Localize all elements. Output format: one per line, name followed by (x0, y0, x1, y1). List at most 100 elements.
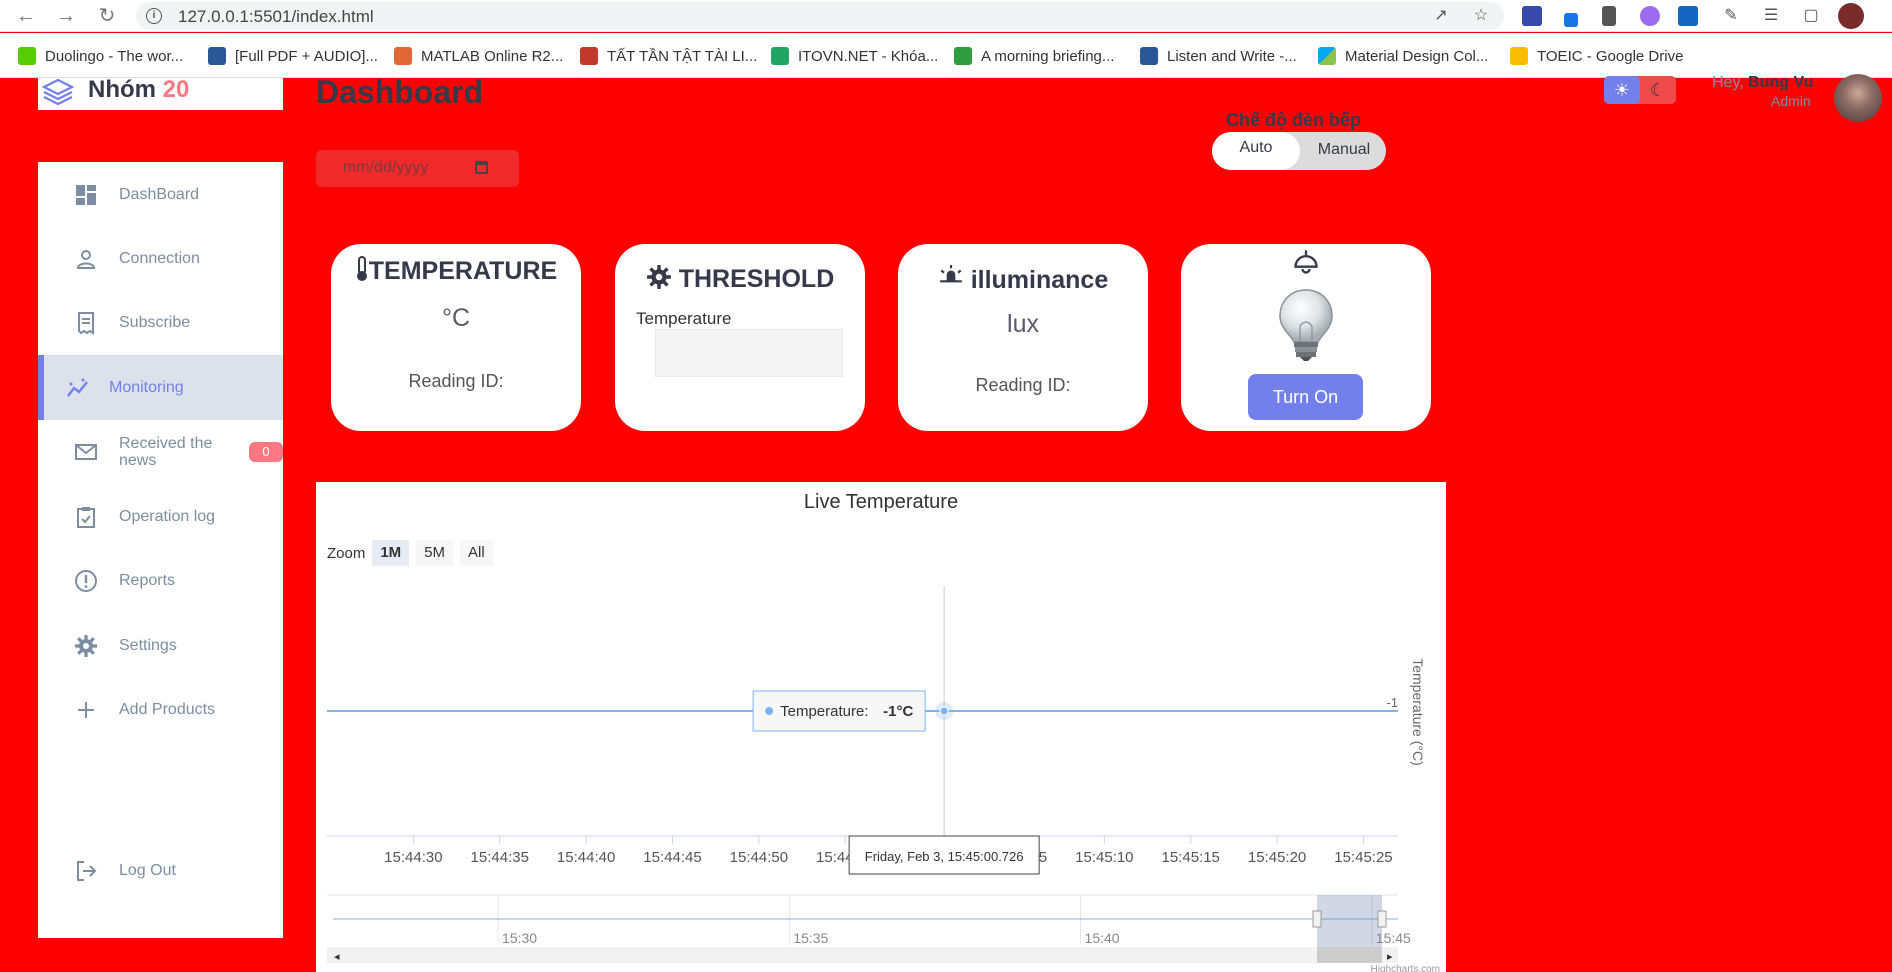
light-mode-label: Chế độ đèn bếp (1226, 110, 1361, 130)
turn-on-button[interactable]: Turn On (1248, 374, 1363, 420)
calendar-icon[interactable] (475, 161, 488, 174)
theme-toggle[interactable]: ☀ ☾ (1604, 76, 1676, 104)
profile-avatar-icon[interactable] (1838, 3, 1864, 29)
bookmark-matlab[interactable]: MATLAB Online R2... (394, 45, 563, 67)
sun-icon[interactable]: ☀ (1604, 76, 1640, 104)
sidebar-item-connection[interactable]: Connection (38, 227, 283, 291)
sidebar-item-add-products[interactable]: Add Products (38, 678, 283, 742)
forward-icon[interactable]: → (54, 4, 78, 28)
bookmark-toeic[interactable]: TOEIC - Google Drive (1510, 45, 1683, 67)
temperature-unit: °C (441, 304, 471, 332)
threshold-card: THRESHOLD Temperature (615, 244, 865, 431)
receipt-icon (78, 312, 94, 335)
moon-icon[interactable]: ☾ (1640, 76, 1676, 104)
bookmark-label: [Full PDF + AUDIO]... (235, 47, 378, 65)
navigator-left-handle (1312, 910, 1322, 928)
mode-manual-button[interactable]: Manual (1302, 132, 1386, 170)
x-tick-label: 15:45:20 (1248, 849, 1306, 866)
extensions-puzzle-icon[interactable]: ✎ (1720, 5, 1742, 27)
sidebar-item-received-news[interactable]: Received the news 0 (38, 420, 283, 484)
navigator-right-handle (1377, 910, 1387, 928)
extension-eyedropper-icon[interactable] (1564, 13, 1578, 27)
site-info-icon[interactable]: i (146, 8, 162, 24)
temperature-card-title: TEMPERATURE (331, 256, 581, 286)
gear-icon (646, 265, 671, 289)
bookmark-listen-write[interactable]: Listen and Write -... (1140, 45, 1297, 67)
logo[interactable]: Nhóm 20 (38, 76, 283, 110)
bookmark-label: ITOVN.NET - Khóa... (798, 47, 939, 65)
light-mode-toggle[interactable]: Auto Manual (1212, 132, 1386, 170)
lightbulb-icon (1279, 289, 1333, 361)
threshold-temperature-input[interactable] (655, 329, 843, 377)
extension-copilot-icon[interactable] (1640, 6, 1660, 26)
sidebar-item-label: Add Products (119, 701, 216, 718)
extension-j-icon[interactable] (1678, 6, 1698, 26)
chart-canvas[interactable]: Live Temperature Temperature (°C) 15:44:30… (316, 482, 1446, 972)
date-input[interactable]: mm/dd/yyyy (316, 150, 519, 187)
bookmark-star-icon[interactable]: ☆ (1470, 5, 1492, 27)
unread-count-badge: 0 (249, 442, 283, 462)
y-tick-label: -1 (1386, 695, 1398, 710)
sidebar-item-operation-log[interactable]: Operation log (38, 485, 283, 549)
illuminance-title-text: illuminance (970, 266, 1109, 294)
scrollbar-track (327, 947, 1398, 963)
scrollbar-thumb (1317, 947, 1382, 963)
page-title: Dashboard (316, 74, 484, 110)
reading-list-icon[interactable]: ☰ (1760, 5, 1782, 27)
bookmark-tat-tan-tat[interactable]: TẤT TẦN TẬT TÀI LI... (580, 45, 757, 67)
sidebar-item-monitoring[interactable]: Monitoring (38, 355, 283, 420)
sidebar-item-label: Operation log (119, 508, 216, 525)
browser-toolbar: ← → ↻ i 127.0.0.1:5501/index.html ↗ ☆ ✎ … (0, 0, 1892, 32)
mode-auto-button[interactable]: Auto (1212, 132, 1300, 170)
profile-greeting: Hey, Bung Vu (1712, 74, 1813, 92)
share-icon[interactable]: ↗ (1430, 5, 1452, 27)
bookmark-duolingo[interactable]: Duolingo - The wor... (18, 45, 183, 67)
bookmark-label: MATLAB Online R2... (421, 47, 564, 65)
sidebar-item-reports[interactable]: Reports (38, 549, 283, 613)
duolingo-icon (18, 47, 36, 65)
sidebar-item-label: DashBoard (119, 186, 200, 203)
google-drive-icon (771, 47, 789, 65)
data-point-temperature (939, 706, 949, 716)
avatar[interactable] (1834, 74, 1882, 122)
google-drive-icon (1510, 47, 1528, 65)
logo-text: Nhóm 20 (88, 76, 189, 104)
logo-name: Nhóm (88, 76, 156, 103)
sidebar: DashBoard Connection Subscribe Monitorin… (38, 162, 283, 938)
x-tick-label: 15:45:15 (1162, 849, 1220, 866)
temperature-card: TEMPERATURE °C Reading ID: (331, 244, 581, 431)
threshold-field-label: Temperature (636, 309, 732, 328)
tooltip-series-marker (765, 707, 774, 715)
logout-icon (77, 861, 97, 881)
threshold-card-title: THRESHOLD (615, 264, 865, 294)
bookmark-pdf-audio[interactable]: [Full PDF + AUDIO]... (208, 45, 378, 67)
temperature-reading-id: Reading ID: (408, 371, 504, 391)
y-axis-title: Temperature (°C) (1410, 658, 1426, 766)
address-bar[interactable]: i 127.0.0.1:5501/index.html (136, 2, 1504, 30)
chart-title: Live Temperature (804, 491, 958, 513)
x-tick-label: 15:44:30 (384, 849, 442, 866)
side-panel-icon[interactable]: ▢ (1800, 5, 1822, 27)
star-of-david-icon (580, 47, 598, 65)
x-tick-label: 15:44:35 (471, 849, 529, 866)
threshold-title-text: THRESHOLD (678, 265, 835, 293)
extension-phone-icon[interactable] (1602, 6, 1616, 26)
bookmark-itovn[interactable]: ITOVN.NET - Khóa... (771, 45, 938, 67)
bookmark-morning-briefing[interactable]: A morning briefing... (954, 45, 1114, 67)
sidebar-item-settings[interactable]: Settings (38, 614, 283, 678)
ceiling-lamp-icon (1294, 250, 1318, 274)
bookmarks-bar: Duolingo - The wor... [Full PDF + AUDIO]… (0, 33, 1892, 78)
reload-icon[interactable]: ↻ (95, 4, 119, 28)
sidebar-item-label: Subscribe (119, 314, 191, 331)
back-icon[interactable]: ← (14, 4, 38, 28)
sidebar-item-logout[interactable]: Log Out (38, 839, 283, 903)
scrollbar-left-arrow: ◂ (334, 951, 340, 963)
sidebar-item-dashboard[interactable]: DashBoard (38, 163, 283, 227)
illuminance-card: illuminance lux Reading ID: (898, 244, 1148, 431)
extension-d-icon[interactable] (1522, 6, 1542, 26)
insights-icon (67, 378, 88, 397)
bookmark-material-design[interactable]: Material Design Col... (1318, 45, 1488, 67)
temperature-title-text: TEMPERATURE (368, 257, 558, 285)
sidebar-item-label: Reports (119, 572, 176, 589)
sidebar-item-subscribe[interactable]: Subscribe (38, 291, 283, 355)
